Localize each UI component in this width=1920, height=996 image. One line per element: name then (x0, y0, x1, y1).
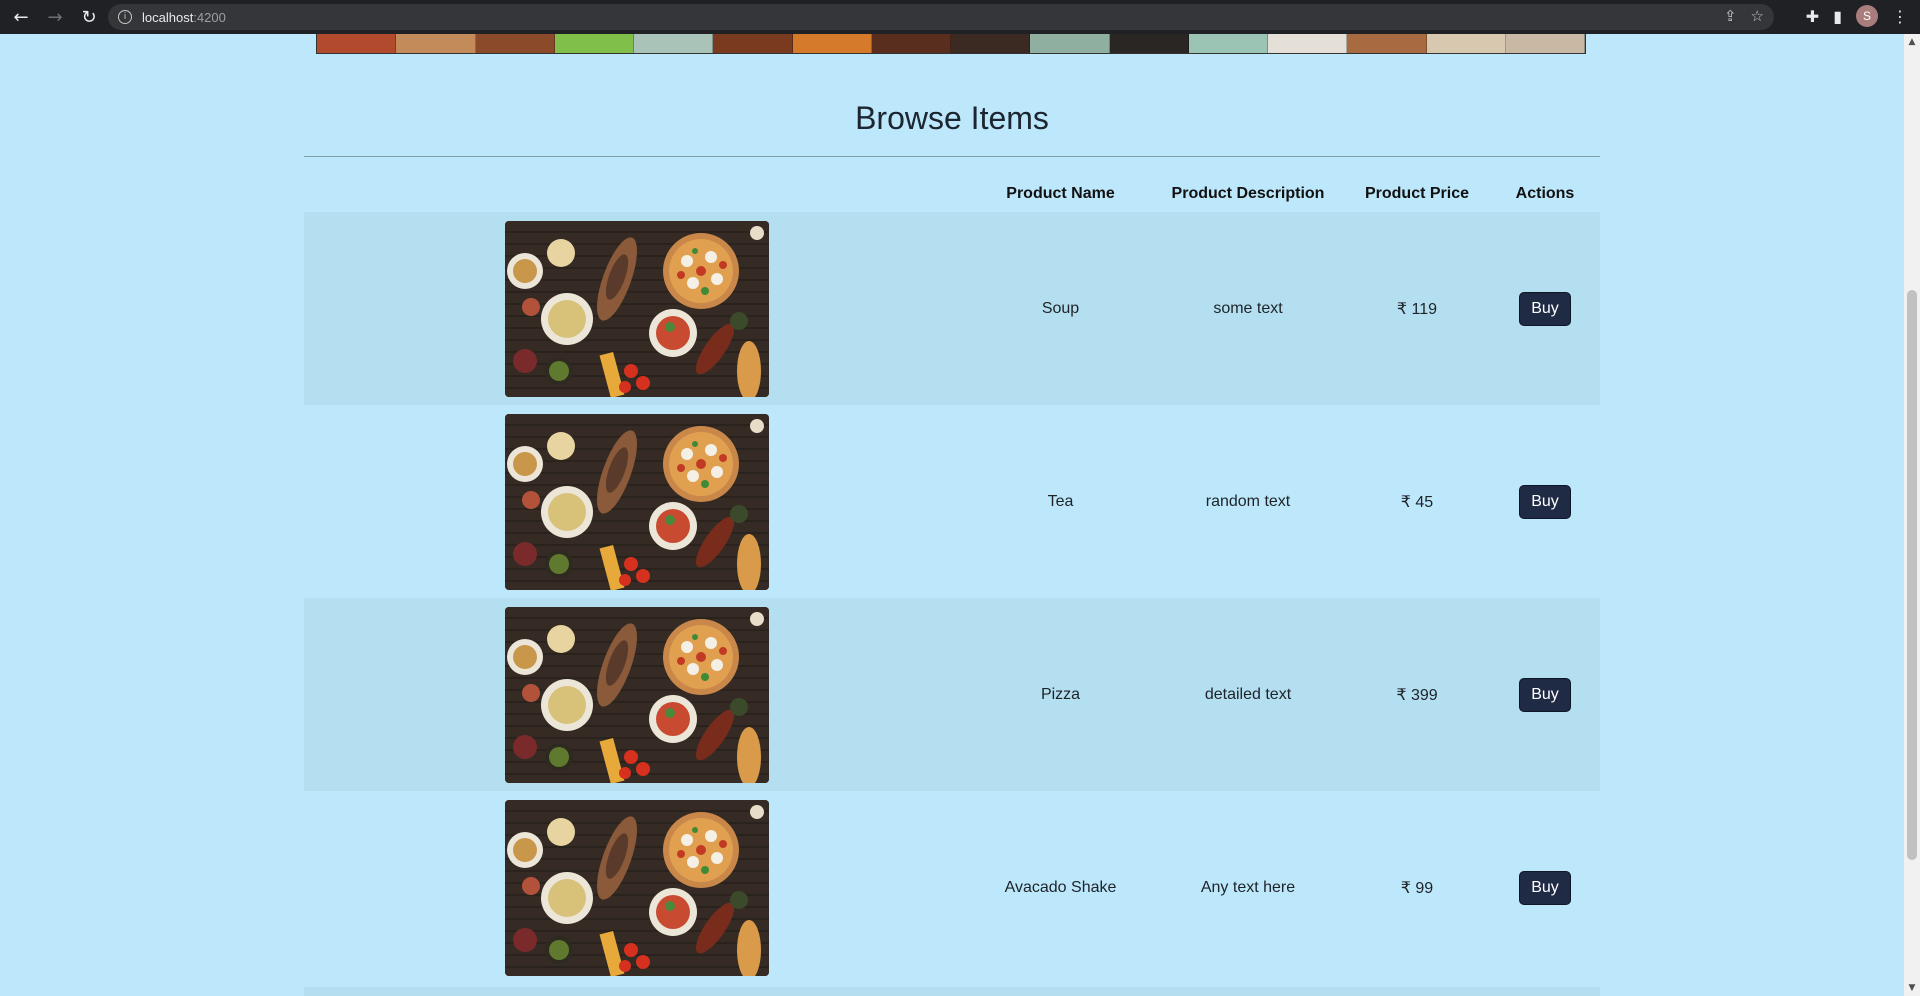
table-header-row: Product Name Product Description Product… (304, 176, 1600, 212)
buy-button[interactable]: Buy (1519, 484, 1571, 519)
product-name: Soup (1041, 299, 1080, 317)
banner-image-tile (951, 34, 1031, 53)
product-description: some text (1213, 299, 1283, 317)
bookmark-star-icon[interactable]: ☆ (1751, 7, 1764, 25)
product-name: Avacado Shake (1004, 878, 1117, 896)
actions-cell: Buy (1490, 598, 1600, 791)
banner-image-tile (1268, 34, 1348, 53)
banner-image-tile (317, 34, 397, 53)
banner-image-tile (1505, 34, 1585, 53)
column-header-product-description: Product Description (1171, 185, 1325, 202)
products-table: Product Name Product Description Product… (304, 176, 1600, 984)
product-price: ₹ 399 (1396, 686, 1438, 704)
address-bar[interactable]: i localhost:4200 ⇪ ☆ (108, 4, 1774, 30)
product-image-cell (304, 405, 969, 598)
buy-button[interactable]: Buy (1519, 870, 1571, 905)
url-port: :4200 (193, 9, 226, 25)
carousel-banner-bottom-edge (316, 34, 1586, 54)
product-image[interactable] (504, 413, 769, 590)
actions-cell: Buy (1490, 212, 1600, 405)
forward-button[interactable]: → (42, 4, 68, 30)
reload-button[interactable]: ↻ (76, 4, 102, 30)
banner-image-tile (713, 34, 793, 53)
page-title: Browse Items (855, 100, 1049, 136)
column-header-product-name: Product Name (1006, 185, 1115, 202)
heading-divider (304, 156, 1600, 157)
product-name: Pizza (1040, 685, 1081, 703)
actions-cell: Buy (1490, 405, 1600, 598)
product-price: ₹ 99 (1400, 879, 1434, 897)
scrollbar-thumb[interactable] (1907, 290, 1917, 860)
product-image-cell (304, 791, 969, 984)
scroll-down-arrow-icon[interactable]: ▼ (1904, 980, 1920, 996)
arrow-left-icon: ← (13, 6, 29, 28)
table-row: Tea random text ₹ 45 Buy (304, 405, 1600, 598)
banner-image-tile (634, 34, 714, 53)
banner-image-tile (1109, 34, 1189, 53)
buy-button[interactable]: Buy (1519, 291, 1571, 326)
extensions-icon[interactable]: ✚ (1806, 7, 1819, 26)
scroll-up-arrow-icon[interactable]: ▲ (1904, 34, 1920, 50)
product-price: ₹ 119 (1396, 300, 1438, 318)
url-host: localhost (142, 9, 194, 25)
url-text: localhost:4200 (142, 10, 226, 25)
column-header-product-price: Product Price (1364, 185, 1470, 202)
column-header-image (304, 176, 969, 212)
banner-image-tile (792, 34, 872, 53)
product-description: random text (1205, 492, 1291, 510)
banner-image-tile (1030, 34, 1110, 53)
column-header-actions: Actions (1515, 185, 1575, 202)
product-image[interactable] (504, 799, 769, 976)
product-image-cell (304, 212, 969, 405)
table-row-partial (304, 987, 1600, 996)
product-image-cell (304, 598, 969, 791)
banner-image-tile (475, 34, 555, 53)
reload-icon: ↻ (81, 6, 97, 28)
site-info-icon[interactable]: i (118, 10, 132, 24)
banner-image-tile (1188, 34, 1268, 53)
banner-image-tile (554, 34, 634, 53)
arrow-right-icon: → (47, 6, 63, 28)
banner-image-tile (871, 34, 951, 53)
menu-kebab-icon[interactable]: ⋮ (1892, 7, 1908, 26)
product-price: ₹ 45 (1400, 493, 1434, 511)
actions-cell: Buy (1490, 791, 1600, 984)
banner-image-tile (1426, 34, 1506, 53)
share-icon[interactable]: ⇪ (1724, 7, 1737, 25)
table-row: Pizza detailed text ₹ 399 Buy (304, 598, 1600, 791)
buy-button[interactable]: Buy (1519, 677, 1571, 712)
product-image[interactable] (504, 220, 769, 397)
profile-avatar[interactable]: S (1856, 5, 1878, 27)
product-description: detailed text (1204, 685, 1292, 703)
side-panel-icon[interactable]: ▮ (1833, 7, 1842, 26)
product-image[interactable] (504, 606, 769, 783)
browser-toolbar: ← → ↻ i localhost:4200 ⇪ ☆ ✚ ▮ S ⋮ (0, 0, 1920, 34)
banner-image-tile (1347, 34, 1427, 53)
back-button[interactable]: ← (8, 4, 34, 30)
product-name: Tea (1047, 492, 1074, 510)
banner-image-tile (396, 34, 476, 53)
page-scrollbar[interactable]: ▲ ▼ (1904, 34, 1920, 996)
product-description: Any text here (1200, 878, 1296, 896)
table-row: Avacado Shake Any text here ₹ 99 Buy (304, 791, 1600, 984)
table-row: Soup some text ₹ 119 Buy (304, 212, 1600, 405)
